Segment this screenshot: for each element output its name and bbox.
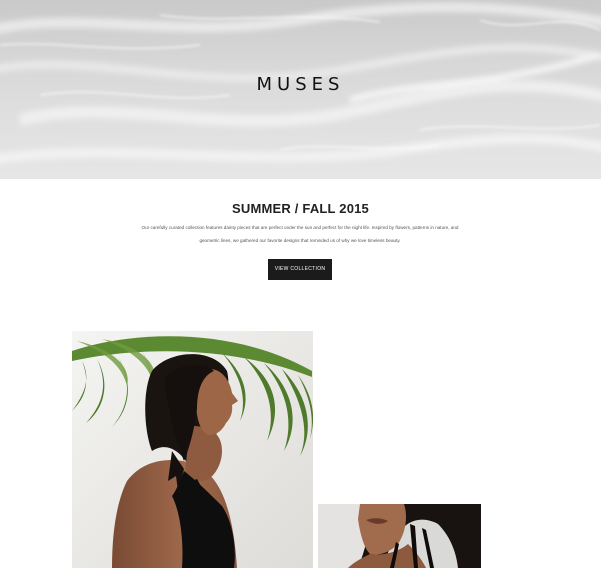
model-closeup-image (318, 504, 481, 568)
model-photo-secondary[interactable] (318, 504, 481, 568)
collection-description: Our carefully curated collection feature… (141, 225, 459, 243)
hero-banner: MUSES (0, 0, 601, 179)
page: MUSES SUMMER / FALL 2015 Our carefully c… (0, 0, 601, 568)
view-collection-button[interactable]: VIEW COLLECTION (268, 259, 332, 280)
brand-title: MUSES (256, 74, 345, 95)
model-palm-image (72, 331, 313, 568)
collection-title: SUMMER / FALL 2015 (231, 201, 369, 216)
model-photo-main[interactable] (72, 331, 313, 568)
